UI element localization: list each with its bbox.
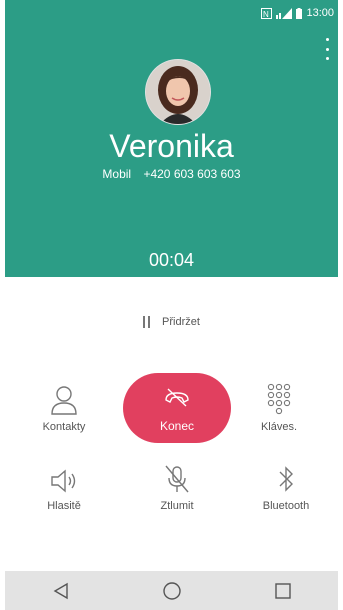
- call-header: N 13:00 Veronika Mobil +420 603 603 603 …: [5, 0, 338, 277]
- phone-number: +420 603 603 603: [143, 167, 241, 181]
- hold-button[interactable]: Přidržet: [5, 316, 338, 328]
- hang-up-icon: [123, 373, 231, 407]
- battery-icon: [296, 7, 303, 19]
- pause-icon: [143, 316, 151, 328]
- end-call-label: Konec: [159, 419, 195, 433]
- contact-number-line: Mobil +420 603 603 603: [5, 166, 338, 182]
- person-icon: [19, 381, 109, 415]
- bluetooth-label: Bluetooth: [262, 500, 310, 512]
- navigation-bar: [5, 571, 338, 610]
- contacts-button[interactable]: Kontakty: [19, 381, 109, 433]
- home-icon[interactable]: [152, 576, 192, 606]
- call-timer: 00:04: [148, 250, 195, 270]
- hold-label: Přidržet: [162, 316, 200, 328]
- contact-name: Veronika: [109, 128, 234, 164]
- back-icon[interactable]: [41, 576, 81, 606]
- svg-text:N: N: [263, 10, 269, 19]
- speaker-icon: [19, 460, 109, 494]
- dialpad-icon: [234, 381, 324, 415]
- signal-icon: [276, 7, 293, 19]
- status-bar: N 13:00: [261, 4, 334, 22]
- mute-label: Ztlumit: [160, 500, 194, 512]
- bluetooth-button[interactable]: Bluetooth: [241, 460, 331, 512]
- bluetooth-icon: [241, 460, 331, 494]
- speaker-button[interactable]: Hlasitě: [19, 460, 109, 512]
- contacts-label: Kontakty: [42, 421, 86, 433]
- end-call-button[interactable]: Konec: [123, 373, 231, 443]
- nfc-icon: N: [261, 7, 273, 19]
- contact-avatar: [145, 59, 211, 125]
- keypad-label: Kláves.: [260, 421, 298, 433]
- speaker-label: Hlasitě: [47, 500, 81, 512]
- mic-off-icon: [132, 460, 222, 494]
- mute-button[interactable]: Ztlumit: [132, 460, 222, 512]
- status-time: 13:00: [306, 7, 334, 19]
- keypad-button[interactable]: Kláves.: [234, 381, 324, 433]
- call-screen: N 13:00 Veronika Mobil +420 603 603 603 …: [5, 0, 338, 610]
- number-type: Mobil: [102, 167, 132, 181]
- recents-icon[interactable]: [263, 576, 303, 606]
- more-options-icon[interactable]: [322, 38, 332, 60]
